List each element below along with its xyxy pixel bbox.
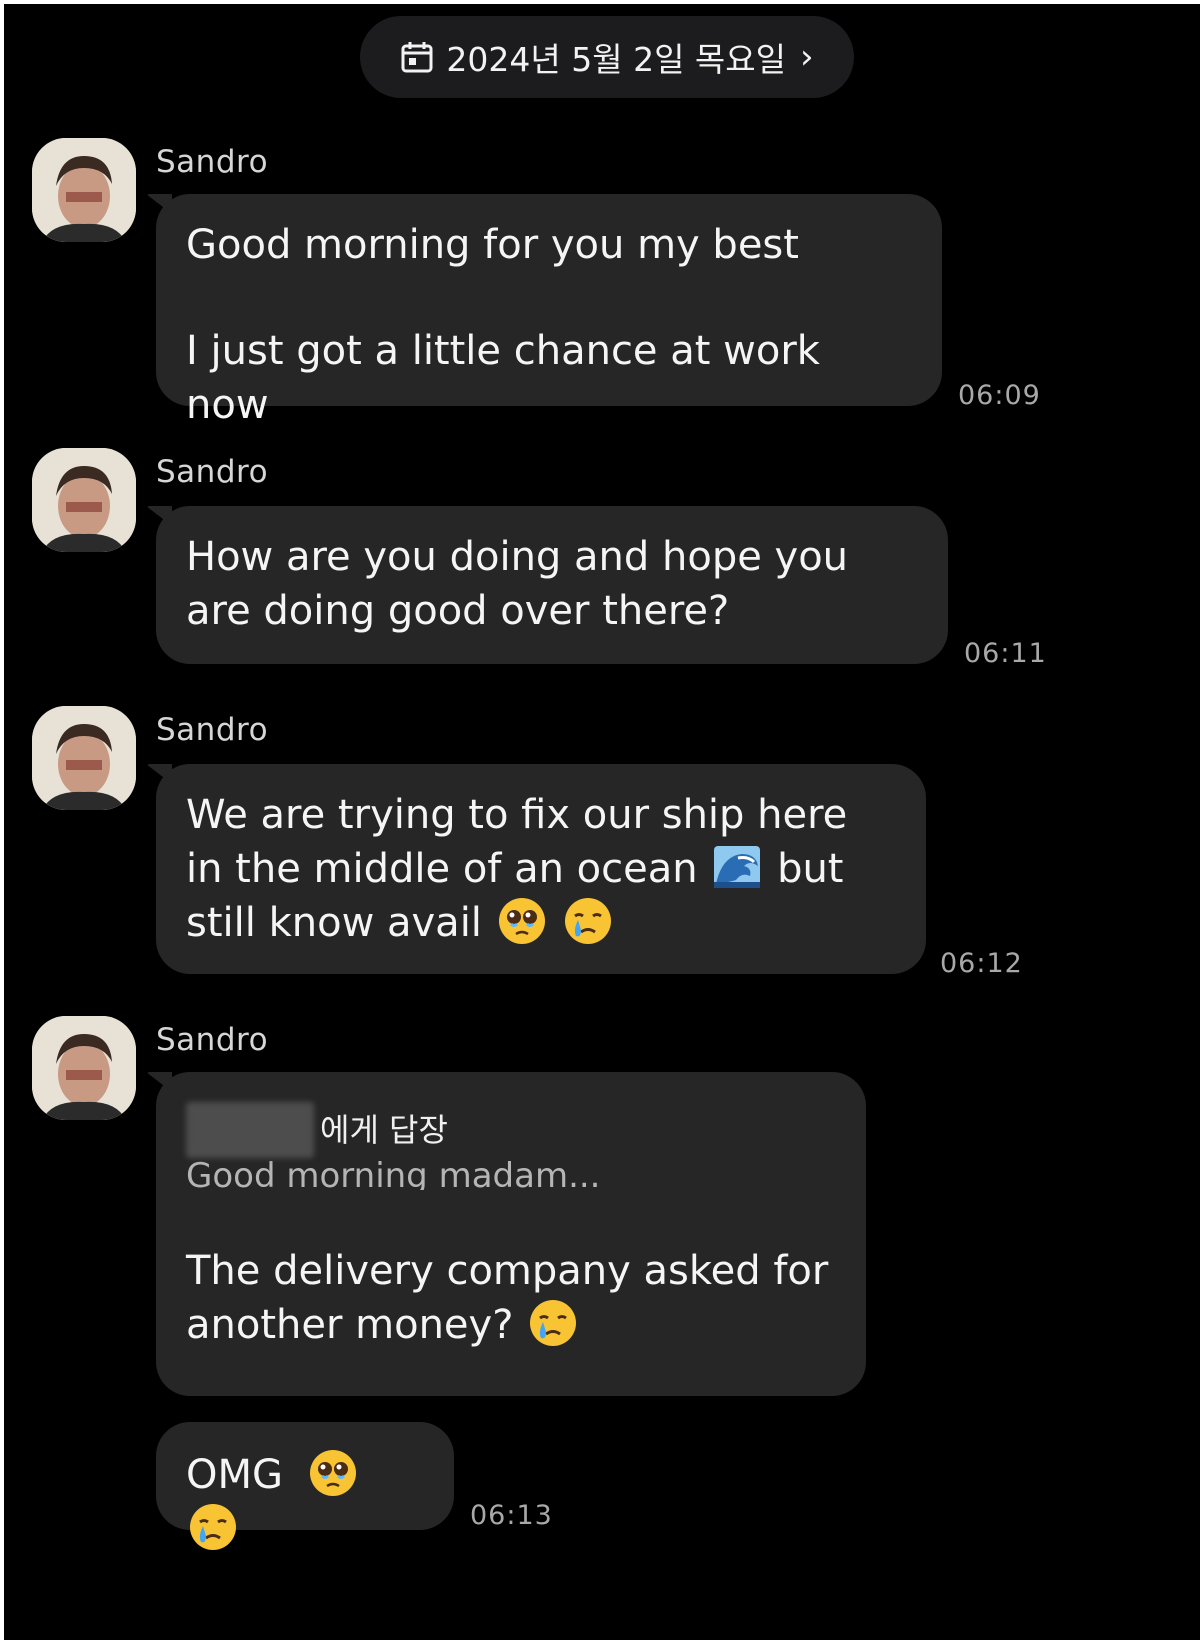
sender-name: Sandro [156,712,269,748]
reply-label: 에게 답장 [320,1111,448,1149]
avatar[interactable] [32,1016,136,1120]
message-text: The delivery company asked for another m… [186,1244,836,1352]
message-text-part: The delivery company asked for another m… [186,1248,829,1348]
crying-face-emoji [188,1502,238,1552]
sender-name: Sandro [156,1022,269,1058]
reply-header: 에게 답장 [186,1102,836,1158]
water-wave-emoji [712,842,762,892]
crying-face-emoji [528,1298,578,1348]
avatar[interactable] [32,448,136,552]
sender-name: Sandro [156,144,269,180]
message-text: OMG [186,1448,424,1556]
crying-face-emoji [563,896,613,946]
message-text-part: OMG [186,1452,283,1498]
message-bubble[interactable]: How are you doing and hope you are doing… [156,506,948,664]
pleading-face-emoji [308,1448,358,1498]
chat-screen: 2024년 5월 2일 목요일 › Sandro Good morning fo… [4,4,1200,1640]
pleading-face-emoji [497,896,547,946]
calendar-icon [400,40,434,74]
message-timestamp: 06:11 [964,638,1047,669]
message-bubble[interactable]: Good morning for you my best I just got … [156,194,942,428]
message-timestamp: 06:09 [958,380,1041,411]
message-text: We are trying to fix our ship here in th… [186,788,896,950]
chevron-right-icon: › [800,37,814,77]
message-text: Good morning for you my best [186,222,799,268]
message-timestamp: 06:12 [940,948,1023,979]
redacted-name [186,1102,314,1158]
reply-quote[interactable]: Good morning madam... [186,1156,836,1190]
avatar[interactable] [32,706,136,810]
message-bubble[interactable]: OMG [156,1422,454,1550]
date-label: 2024년 5월 2일 목요일 [446,40,786,79]
message-text: I just got a little chance at work now [186,328,820,428]
avatar[interactable] [32,138,136,242]
reply-message-bubble[interactable]: 에게 답장 Good morning madam... The delivery… [156,1072,866,1396]
message-bubble[interactable]: We are trying to fix our ship here in th… [156,764,926,974]
date-header-button[interactable]: 2024년 5월 2일 목요일 › [360,16,854,98]
message-timestamp: 06:13 [470,1500,553,1531]
sender-name: Sandro [156,454,269,490]
message-text: How are you doing and hope you are doing… [186,534,849,634]
